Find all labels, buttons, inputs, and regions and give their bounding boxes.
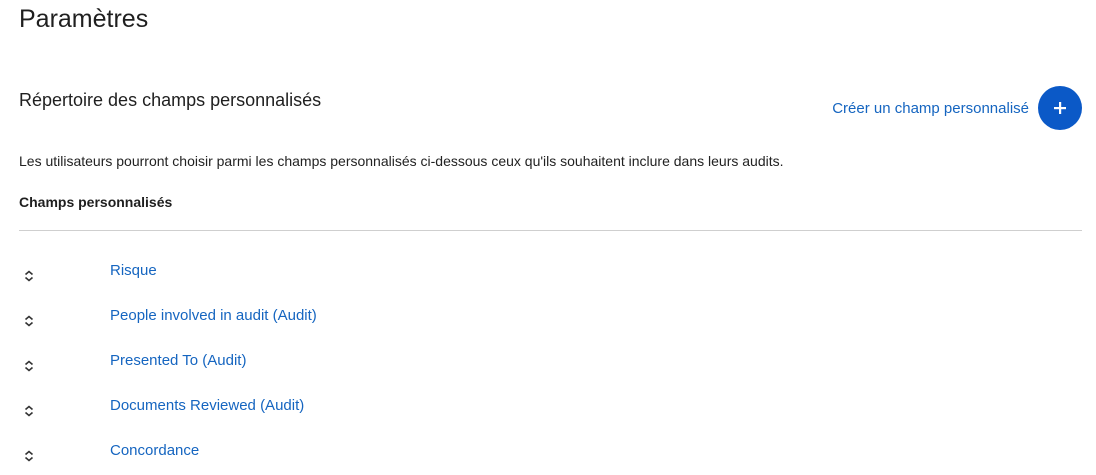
sort-handle-icon[interactable] <box>19 401 39 421</box>
section-title: Répertoire des champs personnalisés <box>19 90 322 110</box>
field-link-risque[interactable]: Risque <box>110 262 157 280</box>
section-description: Les utilisateurs pourront choisir parmi … <box>19 153 784 169</box>
plus-icon <box>1054 102 1066 114</box>
list-item: Documents Reviewed (Audit) <box>19 385 1082 430</box>
field-link-concordance[interactable]: Concordance <box>110 442 199 460</box>
page-title: Paramètres <box>19 5 149 33</box>
sort-handle-icon[interactable] <box>19 356 39 376</box>
field-link-people-involved[interactable]: People involved in audit (Audit) <box>110 307 317 325</box>
divider <box>19 230 1082 231</box>
create-field-button[interactable] <box>1038 86 1082 130</box>
list-item: People involved in audit (Audit) <box>19 295 1082 340</box>
settings-page: Paramètres Répertoire des champs personn… <box>0 0 1096 475</box>
list-item: Risque <box>19 250 1082 295</box>
create-field-area: Créer un champ personnalisé <box>832 86 1082 130</box>
list-item: Presented To (Audit) <box>19 340 1082 385</box>
fields-list-header: Champs personnalisés <box>19 194 173 210</box>
sort-handle-icon[interactable] <box>19 266 39 286</box>
field-link-documents-reviewed[interactable]: Documents Reviewed (Audit) <box>110 397 304 415</box>
create-field-link[interactable]: Créer un champ personnalisé <box>832 99 1029 119</box>
sort-handle-icon[interactable] <box>19 446 39 466</box>
field-link-presented-to[interactable]: Presented To (Audit) <box>110 352 246 370</box>
sort-handle-icon[interactable] <box>19 311 39 331</box>
custom-fields-list: Risque People involved in audit (Audit) … <box>19 250 1082 475</box>
list-item: Concordance <box>19 430 1082 475</box>
